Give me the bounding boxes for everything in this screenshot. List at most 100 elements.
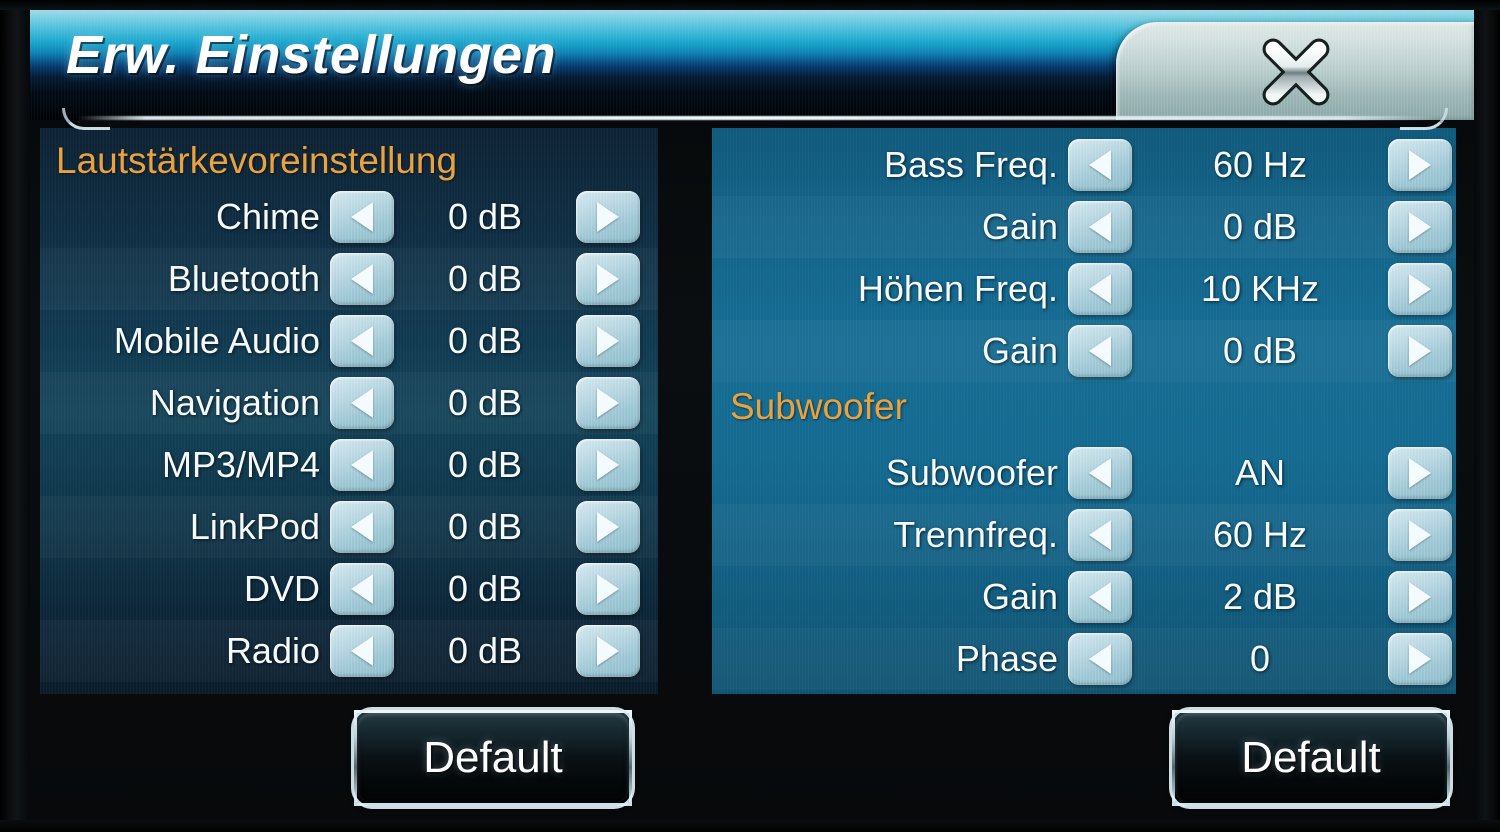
decrement-button[interactable] [1068,263,1132,315]
page-title: Erw. Einstellungen [66,25,557,85]
default-button-label: Default [423,733,563,782]
increment-button[interactable] [1388,263,1452,315]
increment-button[interactable] [576,377,640,429]
arrow-left-icon [351,264,373,294]
row-label: MP3/MP4 [161,444,320,485]
row-label: Chime [215,196,320,237]
arrow-left-icon [351,574,373,604]
arrow-left-icon [1089,336,1111,366]
arrow-left-icon [1089,644,1111,674]
row-label: DVD [243,568,320,609]
row-value: 0 dB [447,444,523,485]
section-title-volume-preset: Lautstärkevoreinstellung [56,140,458,181]
decrement-button[interactable] [330,377,394,429]
increment-button[interactable] [576,563,640,615]
increment-button[interactable] [576,439,640,491]
default-button-label: Default [1241,733,1381,782]
arrow-right-icon [597,388,619,418]
increment-button[interactable] [576,191,640,243]
row-radio: Radio 0 dB [40,620,658,682]
increment-button[interactable] [576,501,640,553]
row-label: Gain [981,206,1058,247]
close-button[interactable] [1116,22,1476,120]
arrow-right-icon [1409,520,1431,550]
row-value: 0 dB [1222,330,1298,371]
row-label: LinkPod [189,506,320,547]
arrow-right-icon [1409,212,1431,242]
increment-button[interactable] [1388,447,1452,499]
arrow-left-icon [351,450,373,480]
row-bass-gain: Gain 0 dB [712,196,1456,258]
decrement-button[interactable] [330,439,394,491]
arrow-left-icon [1089,274,1111,304]
arrow-left-icon [1089,520,1111,550]
decrement-button[interactable] [1068,201,1132,253]
row-chime: Chime 0 dB [40,186,658,248]
arrow-right-icon [597,326,619,356]
decrement-button[interactable] [1068,633,1132,685]
row-value: 0 dB [447,630,523,671]
settings-screen: Erw. Einstellungen Lautstärkevoreinstell… [0,0,1500,832]
bezel-bottom [0,820,1500,832]
decrement-button[interactable] [330,563,394,615]
increment-button[interactable] [1388,201,1452,253]
row-value: 0 dB [447,196,523,237]
row-subwoofer-phase: Phase 0 [712,628,1456,690]
decrement-button[interactable] [1068,139,1132,191]
decrement-button[interactable] [330,315,394,367]
increment-button[interactable] [576,625,640,677]
row-label: Phase [955,638,1058,679]
row-value: 0 dB [447,568,523,609]
arrow-left-icon [351,512,373,542]
increment-button[interactable] [1388,633,1452,685]
row-value: 0 dB [1222,206,1298,247]
increment-button[interactable] [576,253,640,305]
row-treble-gain: Gain 0 dB [712,320,1456,382]
row-value: 0 dB [447,320,523,361]
increment-button[interactable] [1388,509,1452,561]
arrow-right-icon [1409,274,1431,304]
row-label: Trennfreq. [893,514,1058,555]
arrow-right-icon [1409,644,1431,674]
row-label: Radio [225,630,320,671]
decrement-button[interactable] [1068,509,1132,561]
increment-button[interactable] [576,315,640,367]
arrow-left-icon [351,388,373,418]
decrement-button[interactable] [1068,447,1132,499]
arrow-right-icon [1409,582,1431,612]
arrow-right-icon [597,450,619,480]
row-value: 60 Hz [1212,144,1308,185]
decrement-button[interactable] [330,191,394,243]
arrow-left-icon [351,326,373,356]
row-value: 10 KHz [1200,268,1320,309]
arrow-right-icon [1409,458,1431,488]
decrement-button[interactable] [330,501,394,553]
row-mobile-audio: Mobile Audio 0 dB [40,310,658,372]
volume-preset-panel: Lautstärkevoreinstellung Chime 0 dB Blue… [40,128,658,694]
close-x-icon [1262,38,1330,106]
row-subwoofer-gain: Gain 2 dB [712,566,1456,628]
row-value: 0 [1249,638,1271,679]
section-title-subwoofer: Subwoofer [730,386,907,427]
default-button-audio[interactable]: Default [1172,710,1450,806]
decrement-button[interactable] [330,625,394,677]
row-navigation: Navigation 0 dB [40,372,658,434]
increment-button[interactable] [1388,139,1452,191]
row-value: 0 dB [447,258,523,299]
row-label: Mobile Audio [113,320,320,361]
decrement-button[interactable] [330,253,394,305]
row-bass-freq: Bass Freq. 60 Hz [712,134,1456,196]
row-value: 60 Hz [1212,514,1308,555]
increment-button[interactable] [1388,325,1452,377]
arrow-right-icon [597,512,619,542]
arrow-left-icon [1089,150,1111,180]
default-button-volume[interactable]: Default [354,710,632,806]
increment-button[interactable] [1388,571,1452,623]
arrow-right-icon [597,202,619,232]
row-label: Gain [981,576,1058,617]
decrement-button[interactable] [1068,325,1132,377]
arrow-left-icon [1089,458,1111,488]
equalizer-subwoofer-panel: Bass Freq. 60 Hz Gain 0 dB Höhen Freq. 1… [712,128,1456,694]
row-dvd: DVD 0 dB [40,558,658,620]
decrement-button[interactable] [1068,571,1132,623]
